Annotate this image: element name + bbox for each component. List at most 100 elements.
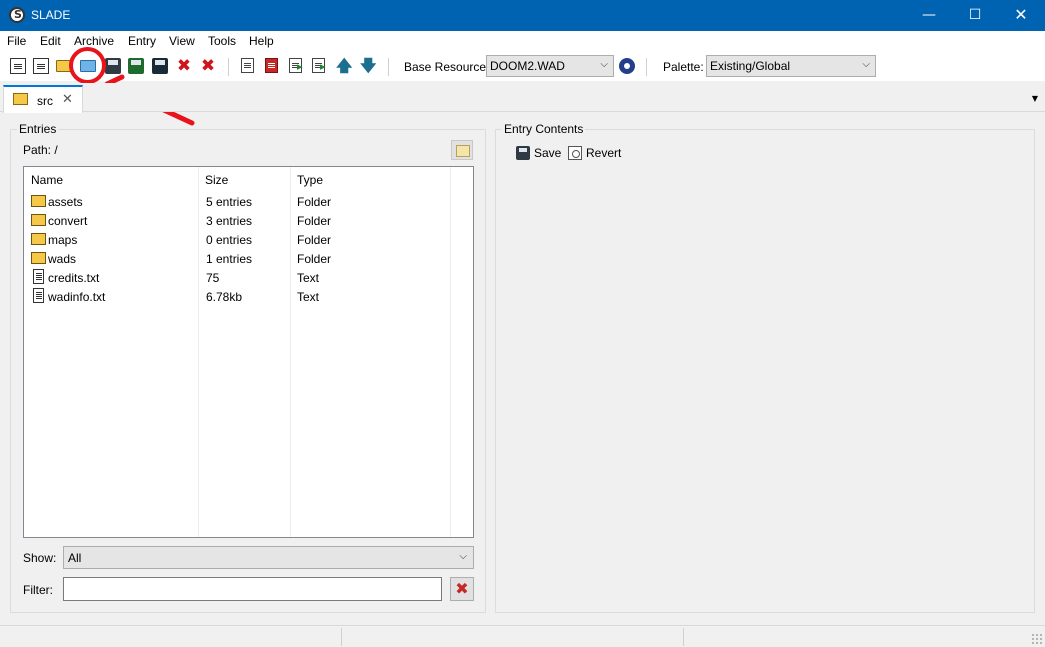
base-resource-label: Base Resource: bbox=[404, 60, 490, 74]
text-file-icon bbox=[33, 288, 44, 303]
entry-size: 6.78kb bbox=[206, 290, 243, 304]
menu-archive[interactable]: Archive bbox=[74, 34, 114, 48]
save-entry-label: Save bbox=[534, 146, 562, 160]
menu-tools[interactable]: Tools bbox=[208, 34, 236, 48]
entry-type: Folder bbox=[297, 252, 332, 266]
menu-help[interactable]: Help bbox=[249, 34, 274, 48]
chevron-down-icon: ⌵ bbox=[862, 59, 870, 70]
list-item[interactable]: wads 1 entries Folder bbox=[24, 249, 473, 268]
entry-name: credits.txt bbox=[48, 271, 100, 285]
import-entry-icon[interactable] bbox=[289, 58, 303, 73]
move-down-icon[interactable]: 🡇 bbox=[360, 58, 376, 74]
move-up-icon[interactable]: 🡅 bbox=[336, 58, 352, 74]
entry-name: wadinfo.txt bbox=[48, 290, 106, 304]
window-title: SLADE bbox=[31, 8, 71, 22]
entry-name: convert bbox=[48, 214, 88, 228]
entry-type: Folder bbox=[297, 233, 332, 247]
palette-select[interactable]: Existing/Global ⌵ bbox=[706, 55, 876, 77]
up-directory-button[interactable] bbox=[451, 140, 473, 160]
chevron-down-icon: ⌵ bbox=[600, 59, 608, 70]
base-resource-select[interactable]: DOOM2.WAD ⌵ bbox=[486, 55, 614, 77]
status-divider bbox=[341, 628, 342, 646]
entry-size: 1 entries bbox=[206, 252, 253, 266]
entries-title: Entries bbox=[17, 122, 59, 136]
folder-icon bbox=[31, 195, 46, 207]
revert-entry-button[interactable]: Revert bbox=[568, 145, 624, 163]
text-file-icon bbox=[33, 269, 44, 284]
new-zip-icon[interactable] bbox=[33, 58, 49, 74]
column-header-type[interactable]: Type bbox=[290, 167, 450, 191]
column-header-size[interactable]: Size bbox=[198, 167, 290, 191]
list-item[interactable]: maps 0 entries Folder bbox=[24, 230, 473, 249]
palette-value: Existing/Global bbox=[710, 59, 791, 73]
menu-view[interactable]: View bbox=[169, 34, 195, 48]
list-item[interactable]: assets 5 entries Folder bbox=[24, 192, 473, 211]
menu-edit[interactable]: Edit bbox=[40, 34, 61, 48]
tab-list-dropdown-icon[interactable]: ▼ bbox=[1032, 94, 1038, 103]
toolbar-separator bbox=[228, 58, 229, 76]
close-archive-icon[interactable]: ✖ bbox=[176, 58, 192, 75]
folder-icon bbox=[31, 214, 46, 226]
path-label: Path: / bbox=[23, 143, 58, 157]
show-filter-select[interactable]: All ⌵ bbox=[63, 546, 474, 569]
list-item[interactable]: convert 3 entries Folder bbox=[24, 211, 473, 230]
entry-contents-title: Entry Contents bbox=[502, 122, 586, 136]
revert-icon bbox=[568, 146, 582, 160]
save-entry-button[interactable]: Save bbox=[516, 145, 562, 163]
tab-src[interactable]: src ✕ bbox=[3, 85, 83, 113]
new-wad-icon[interactable] bbox=[10, 58, 26, 74]
status-bar bbox=[0, 625, 1045, 647]
list-item[interactable]: credits.txt 75 Text bbox=[24, 268, 473, 287]
base-resource-settings-gear-icon[interactable] bbox=[619, 58, 635, 74]
entry-size: 3 entries bbox=[206, 214, 253, 228]
menu-file[interactable]: File bbox=[7, 34, 26, 48]
close-window-button[interactable]: ✕ bbox=[998, 0, 1044, 31]
menu-bar: File Edit Archive Entry View Tools Help bbox=[0, 31, 1045, 51]
filter-label: Filter: bbox=[23, 583, 53, 597]
delete-entry-icon[interactable] bbox=[265, 58, 278, 73]
maximize-button[interactable]: ☐ bbox=[952, 0, 998, 31]
minimize-button[interactable]: — bbox=[906, 0, 952, 31]
close-tab-icon[interactable]: ✕ bbox=[62, 92, 73, 107]
entry-name: wads bbox=[48, 252, 77, 266]
entry-size: 75 bbox=[206, 271, 220, 285]
clear-filter-button[interactable]: ✖ bbox=[450, 577, 474, 601]
menu-entry[interactable]: Entry bbox=[128, 34, 156, 48]
entry-type: Text bbox=[297, 271, 320, 285]
toolbar-separator bbox=[388, 58, 389, 76]
list-item[interactable]: wadinfo.txt 6.78kb Text bbox=[24, 287, 473, 306]
folder-icon bbox=[13, 93, 28, 105]
column-header-name[interactable]: Name bbox=[24, 167, 198, 191]
entry-name: assets bbox=[48, 195, 83, 209]
entry-type: Folder bbox=[297, 214, 332, 228]
title-bar: SLADE — ☐ ✕ bbox=[0, 0, 1045, 31]
toolbar-separator bbox=[646, 58, 647, 76]
archive-tab-strip: src ✕ bbox=[0, 83, 1045, 113]
entry-list[interactable]: Name Size Type assets 5 entries Folder c… bbox=[23, 166, 474, 538]
annotation-circle bbox=[69, 47, 106, 84]
entry-size: 5 entries bbox=[206, 195, 253, 209]
show-filter-value: All bbox=[68, 551, 82, 565]
filter-input[interactable] bbox=[63, 577, 442, 601]
save-all-icon[interactable] bbox=[152, 58, 168, 74]
entry-size: 0 entries bbox=[206, 233, 253, 247]
base-resource-value: DOOM2.WAD bbox=[490, 59, 565, 73]
folder-icon bbox=[31, 233, 46, 245]
revert-entry-label: Revert bbox=[586, 146, 622, 160]
close-all-icon[interactable]: ✖ bbox=[200, 58, 216, 75]
save-icon bbox=[516, 146, 530, 160]
save-icon[interactable] bbox=[105, 58, 121, 74]
folder-icon bbox=[31, 252, 46, 264]
export-entry-icon[interactable] bbox=[312, 58, 326, 73]
chevron-down-icon: ⌵ bbox=[459, 551, 467, 562]
status-divider bbox=[683, 628, 684, 646]
entry-contents-group bbox=[495, 129, 1035, 613]
resize-grip-icon[interactable] bbox=[1031, 633, 1043, 645]
entry-name: maps bbox=[48, 233, 78, 247]
show-label: Show: bbox=[23, 551, 57, 565]
new-entry-icon[interactable] bbox=[241, 58, 254, 73]
tab-label: src bbox=[37, 94, 53, 108]
save-as-icon[interactable] bbox=[128, 58, 144, 74]
slade-app-icon bbox=[9, 7, 25, 23]
entry-type: Folder bbox=[297, 195, 332, 209]
